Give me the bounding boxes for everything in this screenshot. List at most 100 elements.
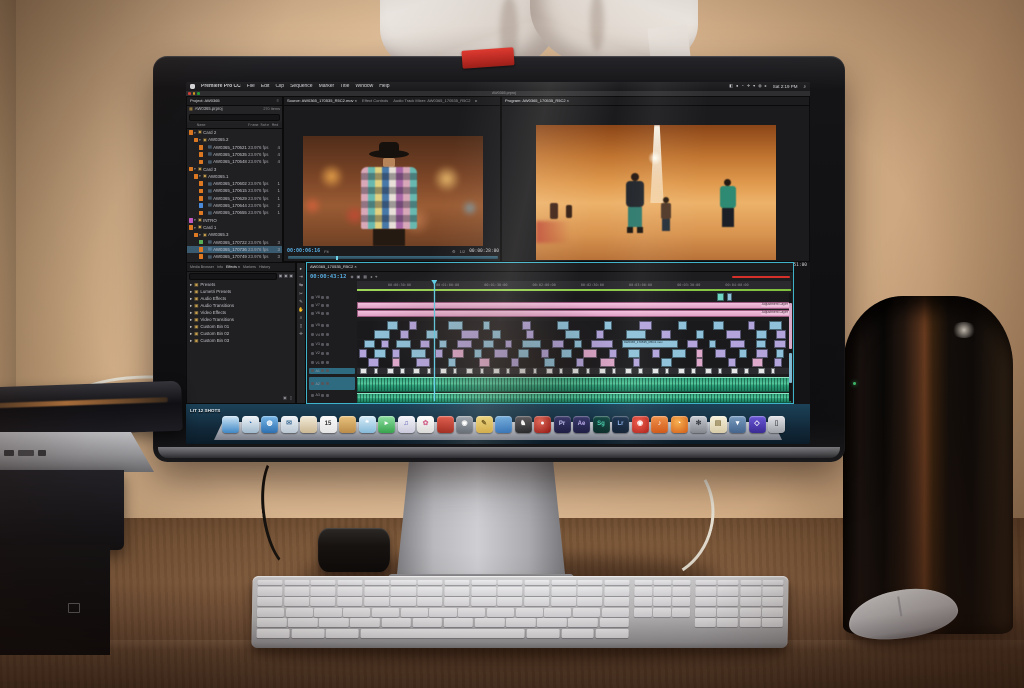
dock-icon-finder[interactable] [222, 416, 239, 433]
timeline-clip[interactable] [696, 358, 704, 367]
dock-icon-firefox[interactable]: ◔ [671, 416, 688, 433]
timeline-tool-icon[interactable]: ⌖ [375, 275, 377, 280]
timeline-clip[interactable] [479, 358, 490, 367]
project-search-field[interactable] [189, 114, 280, 121]
dock-icon-keynote[interactable] [495, 416, 512, 433]
timeline-clip[interactable] [374, 349, 385, 358]
timeline-clip[interactable] [776, 330, 786, 339]
dock-icon-poolball[interactable]: ● [534, 416, 551, 433]
audio-sub-clip[interactable] [400, 368, 404, 374]
timeline-clip[interactable] [576, 358, 584, 367]
timeline-clip[interactable] [628, 349, 639, 358]
dock-icon-gear[interactable]: ✻ [690, 416, 707, 433]
project-row[interactable]: ▤AW0365_17062923.976 fps1 [187, 195, 282, 202]
audio-sub-clip[interactable] [771, 368, 775, 374]
dock-icon-redapp[interactable] [437, 416, 454, 433]
effects-item[interactable]: ▸▣Audio Transitions [187, 302, 295, 309]
status-icon[interactable]: ✛ [747, 84, 750, 89]
dock-icon-safari[interactable]: ◔ [242, 416, 259, 433]
menu-item-title[interactable]: Title [340, 84, 349, 90]
track-header[interactable]: A2 [309, 377, 355, 390]
timeline-tool-icon[interactable]: ▦ [363, 275, 367, 280]
program-video[interactable] [536, 125, 776, 260]
adjustment-layer-label[interactable]: Adjustment Layer [761, 311, 789, 315]
timeline-clip[interactable] [420, 340, 430, 349]
timeline-clip[interactable] [411, 349, 426, 358]
timeline-clip[interactable] [756, 349, 767, 358]
timeline-clip[interactable] [381, 340, 389, 349]
timeline-clip[interactable] [483, 340, 494, 349]
timeline-clip[interactable] [730, 340, 745, 349]
desktop-label[interactable]: LIT 12 SHOTS [190, 408, 220, 413]
track-header[interactable]: V7 [309, 302, 355, 309]
audio-sub-clip[interactable] [652, 368, 659, 374]
effects-item[interactable]: ▸▣Audio Effects [187, 295, 295, 302]
tool-icon[interactable]: ▸ [300, 266, 302, 271]
track-header[interactable]: V3 [309, 340, 355, 349]
timeline-clip[interactable] [522, 321, 532, 330]
dock-icon-chess[interactable]: ♞ [515, 416, 532, 433]
timeline-clip[interactable] [392, 358, 400, 367]
dock-icon-drive[interactable]: ▾ [729, 416, 746, 433]
source-scrubber[interactable] [288, 256, 498, 259]
tool-icon[interactable]: ✛ [299, 331, 303, 336]
timeline-clip[interactable] [774, 358, 783, 367]
track-header[interactable] [309, 317, 355, 320]
minimize-button[interactable] [193, 92, 196, 95]
project-row[interactable]: ▾▣AW0365.1 [187, 173, 282, 180]
timeline-clip[interactable] [626, 330, 646, 339]
track-name[interactable]: V8 [316, 295, 320, 299]
timeline-clip[interactable] [574, 340, 582, 349]
audio-sub-clip[interactable] [758, 368, 765, 374]
twirl-icon[interactable]: ▸ [190, 324, 192, 329]
timeline-clip[interactable] [452, 349, 463, 358]
effects-tab-0[interactable]: Media Browser [190, 265, 214, 269]
timeline-clip[interactable] [396, 340, 411, 349]
audio-sub-clip[interactable] [559, 368, 563, 374]
tool-icon[interactable]: ⇆ [299, 282, 303, 287]
apple-logo[interactable] [190, 84, 195, 89]
dock-icon-messages[interactable]: ❝ [359, 416, 376, 433]
effects-tab-3[interactable]: Markers [243, 265, 256, 269]
timeline-tool-icon[interactable]: ◂ [370, 275, 372, 280]
timeline-clip[interactable] [756, 330, 766, 339]
audio-sub-clip[interactable] [360, 368, 367, 374]
effects-filter-button[interactable]: ▣ [289, 274, 293, 279]
dock-icon-aftereffects[interactable]: Ae [573, 416, 590, 433]
dock-icon-itunes[interactable]: ♫ [398, 416, 415, 433]
effects-item[interactable]: ▸▣Video Effects [187, 309, 295, 316]
audio-sub-clip[interactable] [413, 368, 420, 374]
track-header[interactable]: V5 [309, 321, 355, 330]
audio-sub-clip[interactable] [638, 368, 642, 374]
timeline-clip[interactable] [387, 321, 398, 330]
source-video[interactable] [303, 136, 483, 246]
column-frame-rate[interactable]: Frame Rate [248, 123, 272, 127]
track-name[interactable]: A1 [316, 369, 320, 373]
audio-sub-clip[interactable] [586, 368, 590, 374]
project-row[interactable]: ▾▣AW0365.3 [187, 231, 282, 238]
timeline-clip[interactable] [541, 349, 549, 358]
timeline-clip[interactable] [409, 321, 417, 330]
effects-item[interactable]: ▸▣Custom Bin 03 [187, 337, 295, 344]
timeline-clip[interactable] [776, 349, 784, 358]
timeline-clip[interactable] [726, 330, 741, 339]
timeline-clip[interactable] [609, 349, 617, 358]
timeline-clip[interactable]: AW0365_170535_R5C2.mov [622, 340, 678, 349]
timeline-clip[interactable] [652, 349, 660, 358]
track-header[interactable]: A1 [309, 368, 355, 374]
project-row[interactable]: ▤AW0365_17053523.976 fps4 [187, 151, 282, 158]
timeline-clip[interactable] [715, 349, 726, 358]
project-row[interactable]: ▤AW0365_17060223.976 fps1 [187, 180, 282, 187]
track-name[interactable]: V5 [316, 323, 320, 327]
timeline-clip[interactable] [661, 358, 672, 367]
tool-icon[interactable]: ⇥ [299, 274, 303, 279]
timeline-clip[interactable] [600, 358, 615, 367]
timeline-clip[interactable] [604, 321, 612, 330]
dock-icon-folder[interactable] [339, 416, 356, 433]
status-icon[interactable]: ◧ [729, 84, 733, 89]
project-row[interactable]: ▤AW0365_17052123.976 fps4 [187, 144, 282, 151]
twirl-icon[interactable]: ▸ [190, 303, 192, 308]
column-name[interactable]: Name [187, 123, 248, 127]
audio-sub-clip[interactable] [453, 368, 457, 374]
track-name[interactable]: A3 [316, 393, 320, 397]
